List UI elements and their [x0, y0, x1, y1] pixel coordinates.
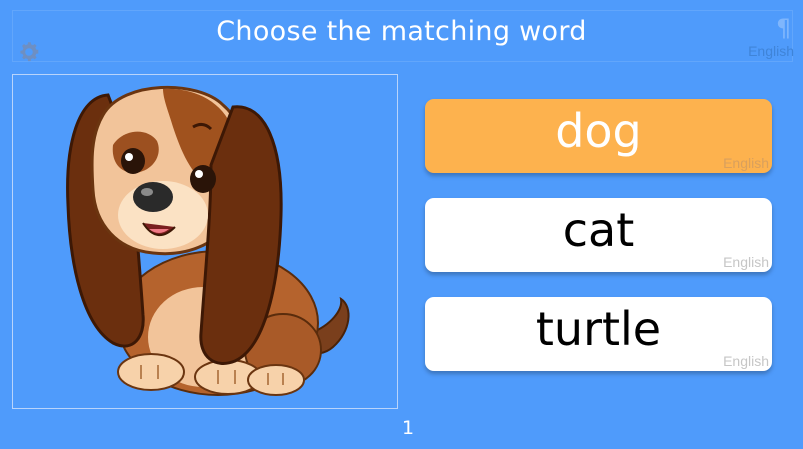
- header-language-label: English: [748, 43, 794, 59]
- gear-icon[interactable]: [17, 40, 41, 64]
- answer-word: cat: [562, 203, 635, 257]
- answer-word: dog: [555, 104, 642, 158]
- answer-language-label: English: [723, 155, 769, 171]
- pilcrow-icon[interactable]: ¶: [776, 14, 791, 42]
- answer-option-turtle[interactable]: turtle English: [425, 297, 772, 371]
- answer-language-label: English: [723, 254, 769, 270]
- answer-option-dog[interactable]: dog English: [425, 99, 772, 173]
- page-number: 1: [401, 417, 415, 439]
- dog-illustration: [66, 85, 350, 396]
- answer-language-label: English: [723, 353, 769, 369]
- answer-option-cat[interactable]: cat English: [425, 198, 772, 272]
- picture-frame: [12, 74, 398, 409]
- page-title: Choose the matching word: [216, 16, 587, 47]
- answer-word: turtle: [535, 302, 662, 356]
